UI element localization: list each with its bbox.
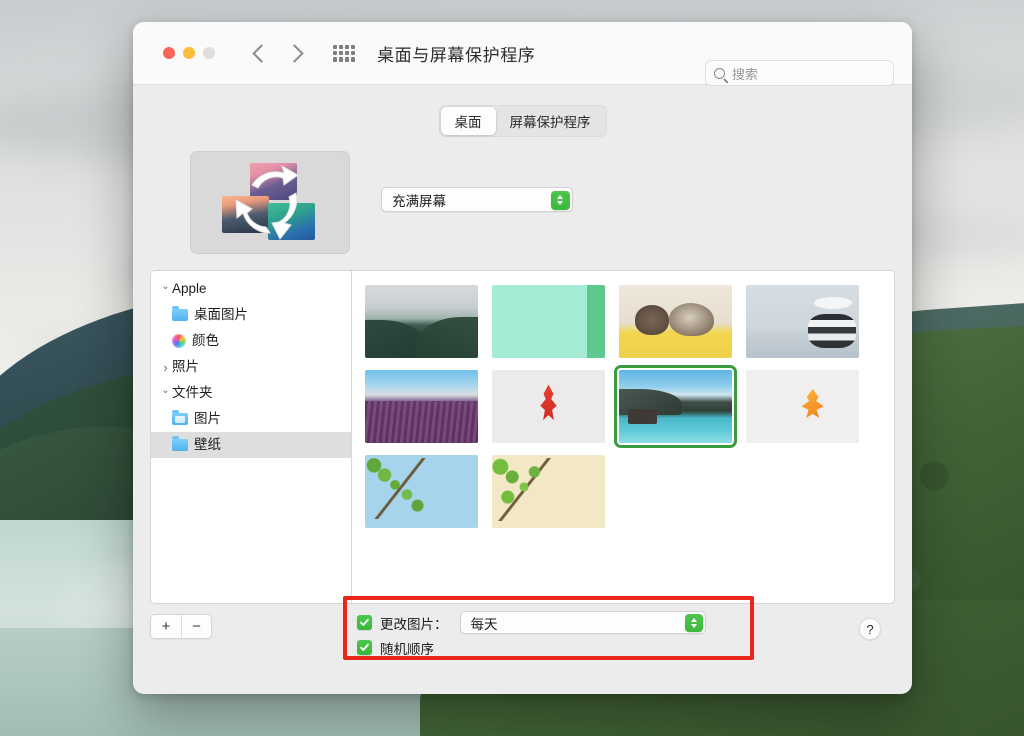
wallpaper-image-ivy-blue [365, 455, 478, 528]
sidebar-item-wallpapers[interactable]: 壁纸 [151, 432, 351, 458]
traffic-lights [163, 47, 215, 59]
cycle-arrows-icon [234, 164, 299, 240]
wallpaper-thumbnail-selected[interactable] [614, 365, 737, 448]
fill-mode-dropdown[interactable]: 充满屏幕 [381, 187, 573, 212]
wallpaper-preview[interactable] [190, 151, 350, 254]
sidebar-item-colors[interactable]: 颜色 [151, 328, 351, 354]
tab-bar: 桌面 屏幕保护程序 [133, 85, 912, 137]
sidebar-item-apple[interactable]: Apple [151, 276, 351, 302]
frequency-stepper-icon[interactable] [684, 614, 703, 632]
wallpaper-thumbnail[interactable] [365, 285, 478, 358]
sidebar-item-desktop-pictures[interactable]: 桌面图片 [151, 302, 351, 328]
wallpaper-grid [352, 271, 894, 603]
fill-mode-value: 充满屏幕 [392, 193, 446, 209]
sidebar-item-label: Apple [172, 281, 207, 297]
wallpaper-thumbnail[interactable] [619, 285, 732, 358]
close-button[interactable] [163, 47, 175, 59]
minimize-button[interactable] [183, 47, 195, 59]
disclosure-open-icon[interactable] [159, 284, 172, 295]
disclosure-open-icon[interactable] [159, 388, 172, 399]
add-remove-folder-buttons: + − [150, 614, 212, 639]
search-icon [714, 67, 725, 79]
sidebar-item-label: 颜色 [192, 333, 219, 349]
change-picture-checkbox[interactable] [357, 615, 372, 630]
system-preferences-window: 桌面与屏幕保护程序 搜索 桌面 屏幕保护程序 充满屏幕 ⌄ Apple 桌面图片… [133, 22, 912, 694]
rotation-options: 更改图片： 每天 随机顺序 [357, 610, 706, 660]
random-order-label: 随机顺序 [380, 641, 434, 657]
search-placeholder: 搜索 [732, 66, 759, 82]
wallpaper-image-lavender [365, 370, 478, 443]
preview-row: 充满屏幕 [133, 137, 912, 254]
wallpaper-image-dogs [619, 285, 732, 358]
wallpaper-image-red-leaf [492, 370, 605, 443]
window-title: 桌面与屏幕保护程序 [377, 45, 536, 65]
tab-screensaver[interactable]: 屏幕保护程序 [496, 107, 605, 135]
sidebar-item-label: 文件夹 [172, 385, 213, 401]
source-sidebar: Apple 桌面图片 颜色 照片 文件夹 图片 [151, 271, 352, 603]
folder-icon [172, 305, 188, 322]
tab-group: 桌面 屏幕保护程序 [438, 105, 607, 137]
sidebar-item-label: 图片 [194, 411, 221, 427]
window-titlebar: 桌面与屏幕保护程序 搜索 [133, 22, 912, 86]
tab-desktop[interactable]: 桌面 [440, 107, 496, 135]
wallpaper-image-stones [746, 285, 859, 358]
fill-mode-stepper-icon[interactable] [550, 190, 570, 210]
wallpaper-image-mint [492, 285, 605, 358]
back-icon[interactable] [252, 43, 271, 63]
sidebar-item-photos[interactable]: 照片 [151, 354, 351, 380]
wallpaper-thumbnail[interactable] [746, 285, 859, 358]
wallpaper-image-ivy-cream [492, 455, 605, 528]
random-order-checkbox[interactable] [357, 640, 372, 655]
sidebar-item-folders[interactable]: 文件夹 [151, 380, 351, 406]
show-all-grid-icon[interactable] [333, 44, 355, 62]
folder-pictures-icon [172, 409, 188, 426]
color-wheel-icon [172, 334, 186, 348]
zoom-button[interactable] [203, 47, 215, 59]
change-picture-row: 更改图片： 每天 [357, 610, 706, 635]
navigation-arrows [252, 43, 304, 63]
random-order-row: 随机顺序 [357, 635, 706, 660]
wallpaper-thumbnail[interactable] [492, 455, 605, 528]
change-picture-label: 更改图片： [380, 616, 448, 632]
wallpaper-thumbnail[interactable] [746, 370, 859, 443]
folder-icon [172, 435, 188, 452]
sidebar-item-pictures[interactable]: 图片 [151, 406, 351, 432]
wallpaper-image-orange-leaf [746, 370, 859, 443]
wallpaper-thumbnail[interactable] [492, 370, 605, 443]
forward-icon[interactable] [285, 43, 304, 63]
disclosure-closed-icon[interactable] [159, 360, 172, 375]
wallpaper-image-river [365, 285, 478, 358]
frequency-dropdown[interactable]: 每天 [459, 611, 706, 634]
wallpaper-thumbnail[interactable] [492, 285, 605, 358]
search-field[interactable]: 搜索 [705, 60, 894, 86]
add-folder-button[interactable]: + [151, 615, 181, 638]
bottom-toolbar: + − 更改图片： 每天 随机顺序 ? [133, 596, 912, 660]
sidebar-item-label: 照片 [172, 359, 199, 375]
sidebar-item-label: 壁纸 [194, 437, 221, 453]
wallpaper-thumbnail[interactable] [365, 455, 478, 528]
rotating-wallpaper-icon [221, 162, 319, 243]
wallpaper-thumbnail[interactable] [365, 370, 478, 443]
wallpaper-image-lake [619, 370, 732, 443]
frequency-value: 每天 [470, 616, 498, 632]
sidebar-item-label: 桌面图片 [194, 307, 248, 323]
remove-folder-button[interactable]: − [181, 615, 211, 638]
content-panel: Apple 桌面图片 颜色 照片 文件夹 图片 [150, 270, 895, 604]
help-button[interactable]: ? [859, 618, 881, 640]
